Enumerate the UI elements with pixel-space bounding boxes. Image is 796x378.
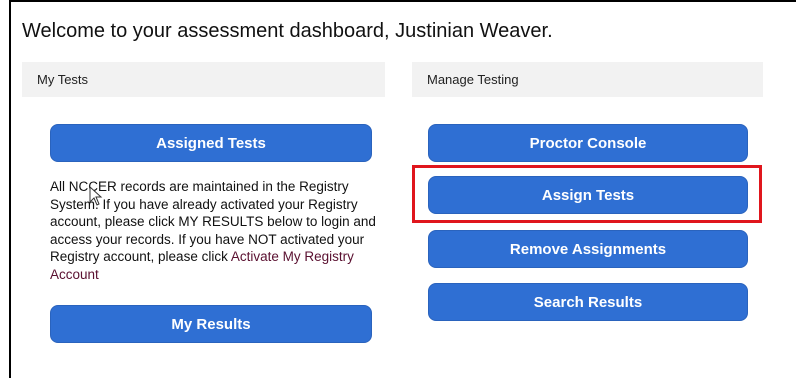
remove-assignments-button[interactable]: Remove Assignments [428, 230, 748, 268]
manage-testing-header: Manage Testing [412, 62, 763, 97]
search-results-button[interactable]: Search Results [428, 283, 748, 321]
proctor-console-button[interactable]: Proctor Console [428, 124, 748, 162]
assigned-tests-button[interactable]: Assigned Tests [50, 124, 372, 162]
my-results-button[interactable]: My Results [50, 305, 372, 343]
welcome-heading: Welcome to your assessment dashboard, Ju… [22, 20, 553, 42]
my-tests-header: My Tests [22, 62, 385, 97]
assign-tests-highlight [412, 165, 762, 223]
mouse-pointer-icon [89, 186, 103, 206]
